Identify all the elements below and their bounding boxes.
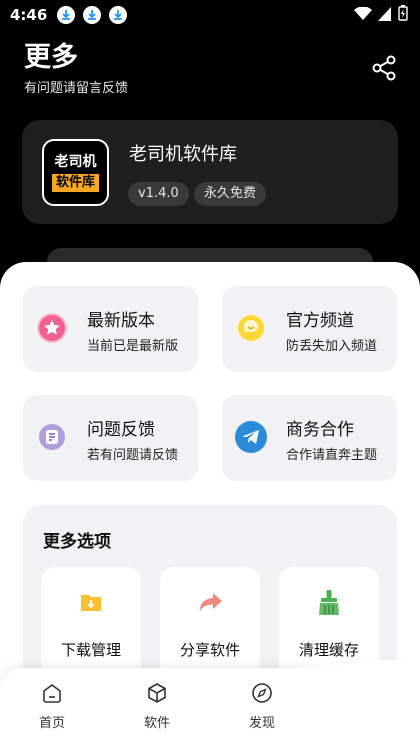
share-button[interactable] xyxy=(370,54,398,82)
star-icon xyxy=(37,313,67,343)
app-logo-line1: 老司机 xyxy=(54,154,97,170)
download-notification-icon xyxy=(109,6,128,24)
compass-icon xyxy=(252,683,272,703)
tile-official-channel[interactable]: 官方频道 防丢失加入频道 xyxy=(222,286,397,372)
tile-desc: 合作请直奔主题 xyxy=(286,448,378,463)
nav-label: 软件 xyxy=(143,716,170,731)
share-icon xyxy=(372,55,396,81)
nav-label: 发现 xyxy=(248,716,275,731)
nav-item-discover[interactable]: 发现 xyxy=(232,682,292,731)
status-bar: 4:46 xyxy=(0,0,420,30)
tile-feedback[interactable]: 问题反馈 若有问题请反馈 xyxy=(23,395,198,481)
section-title: 更多选项 xyxy=(43,532,111,552)
nav-item-software[interactable]: 软件 xyxy=(127,682,187,731)
app-info-card: 老司机 软件库 老司机软件库 v1.4.0 永久免费 xyxy=(22,120,398,224)
option-share-app[interactable]: 分享软件 xyxy=(160,567,260,677)
tile-title: 官方频道 xyxy=(286,311,354,331)
tile-title: 问题反馈 xyxy=(87,420,155,440)
chat-icon xyxy=(236,313,266,343)
broom-icon xyxy=(316,589,342,615)
option-download-manager[interactable]: 下载管理 xyxy=(41,567,141,677)
download-notification-icon xyxy=(83,6,102,24)
license-badge: 永久免费 xyxy=(194,182,267,206)
download-notification-icon xyxy=(57,6,76,24)
option-label: 清理缓存 xyxy=(298,641,359,659)
tile-desc: 防丢失加入频道 xyxy=(286,339,378,354)
page-title: 更多 xyxy=(24,42,78,73)
option-label: 分享软件 xyxy=(179,641,240,659)
option-label: 下载管理 xyxy=(60,641,121,659)
tile-desc: 若有问题请反馈 xyxy=(87,448,179,463)
version-badge: v1.4.0 xyxy=(128,182,189,206)
cube-icon xyxy=(148,683,166,703)
share-arrow-icon xyxy=(197,589,223,615)
page-subtitle: 有问题请留言反馈 xyxy=(24,81,129,96)
nav-item-home[interactable]: 首页 xyxy=(22,682,82,731)
status-time: 4:46 xyxy=(10,6,48,24)
edge-fade-overlay xyxy=(285,660,420,747)
telegram-icon xyxy=(235,421,267,453)
app-logo: 老司机 软件库 xyxy=(42,139,109,206)
nav-label: 首页 xyxy=(38,716,65,731)
home-icon xyxy=(43,684,61,703)
tile-title: 商务合作 xyxy=(286,420,354,440)
download-folder-icon xyxy=(78,589,104,615)
feedback-icon xyxy=(37,422,67,452)
tile-latest-version[interactable]: 最新版本 当前已是最新版 xyxy=(23,286,198,372)
signal-icon xyxy=(378,6,392,25)
wifi-icon xyxy=(354,5,372,25)
tile-business[interactable]: 商务合作 合作请直奔主题 xyxy=(222,395,397,481)
tile-title: 最新版本 xyxy=(87,311,155,331)
app-name: 老司机软件库 xyxy=(129,144,237,165)
battery-icon xyxy=(398,5,408,25)
app-logo-line2: 软件库 xyxy=(51,174,99,192)
page-header: 更多 有问题请留言反馈 xyxy=(24,42,128,96)
tile-desc: 当前已是最新版 xyxy=(87,339,179,354)
